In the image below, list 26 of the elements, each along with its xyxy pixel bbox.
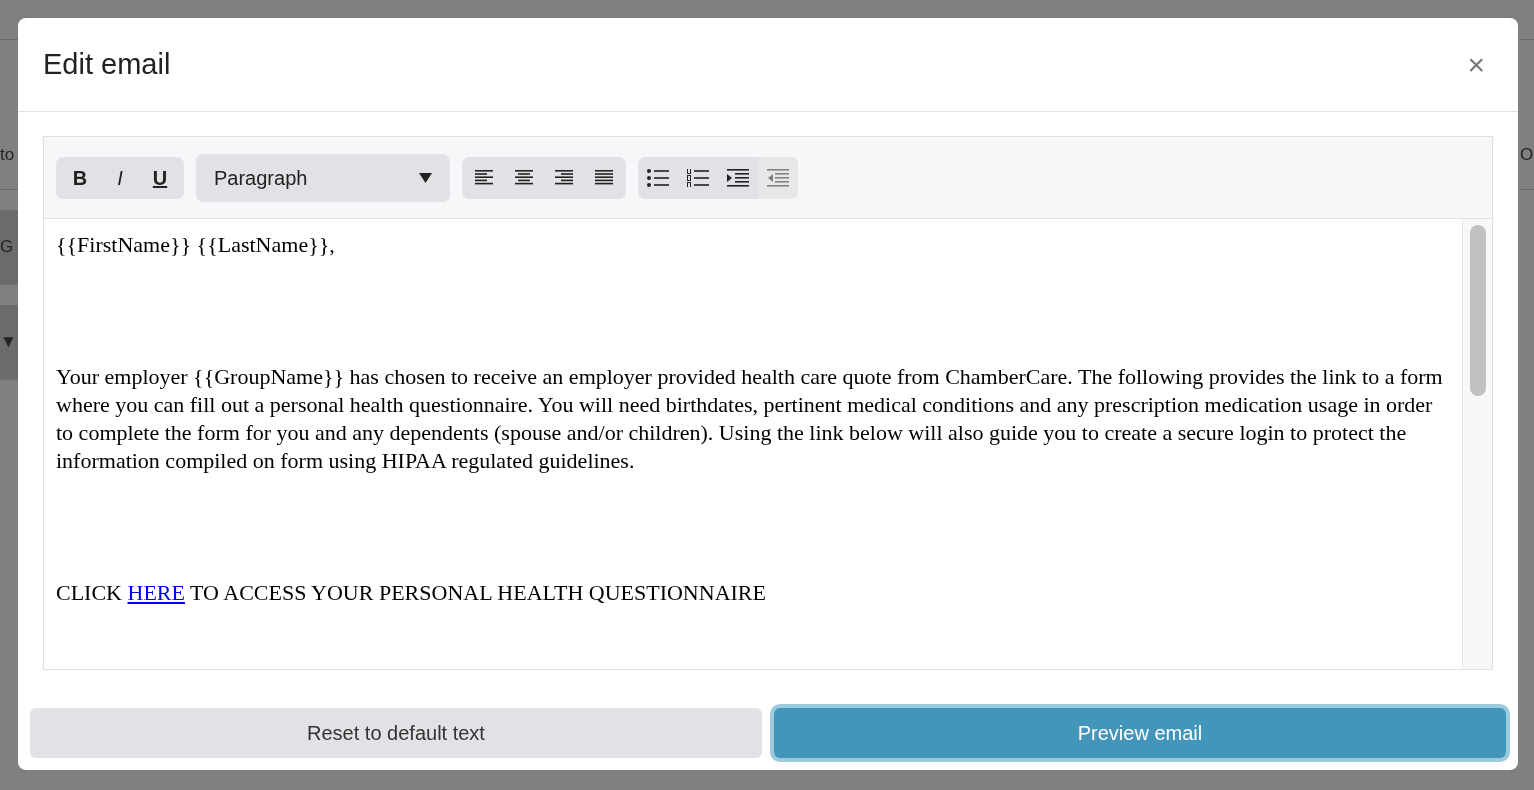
- align-right-icon: [555, 170, 573, 185]
- underline-button[interactable]: U: [140, 159, 180, 196]
- scrollbar[interactable]: [1462, 219, 1492, 669]
- italic-button[interactable]: I: [100, 159, 140, 196]
- reset-button[interactable]: Reset to default text: [30, 708, 762, 758]
- email-link[interactable]: HERE: [127, 580, 185, 605]
- email-paragraph: CLICK HERE TO ACCESS YOUR PERSONAL HEALTH QUESTIONNAIRE: [56, 579, 767, 607]
- caret-icon: [419, 172, 432, 183]
- background-text: ▼: [0, 331, 17, 354]
- background-text: O: [1520, 143, 1534, 166]
- close-button[interactable]: ×: [1459, 49, 1493, 80]
- align-center-icon: [515, 170, 533, 185]
- outdent-icon: [767, 168, 789, 187]
- background-text: G: [0, 236, 14, 259]
- email-paragraph: Your employer {{GroupName}} has chosen to receive an employer provided health care quote from ChamberCare. The following provides the link to a form where you can fill out a personal health questionnaire. You will need birthdates, pertinent medical conditions and any prescription medication usage in order to complete the form for you and any dependents (spouse and/or children). Using the link below will also guide you to create a secure login to protect the information compiled on form using HIPAA regulated guidelines.: [56, 363, 1444, 475]
- align-left-icon: [475, 170, 493, 185]
- format-dropdown[interactable]: Paragraph: [196, 153, 450, 202]
- background-text: to: [0, 143, 15, 166]
- email-paragraph: {{FirstName}} {{LastName}},: [56, 231, 336, 259]
- scrollbar-thumb[interactable]: [1469, 225, 1486, 396]
- numbered-list-icon: [687, 168, 709, 187]
- dialog-title: Edit email: [43, 46, 171, 82]
- bullet-list-icon: [647, 168, 669, 187]
- bold-button[interactable]: B: [60, 159, 100, 196]
- indent-icon: [727, 168, 749, 187]
- align-justify-icon: [595, 170, 613, 185]
